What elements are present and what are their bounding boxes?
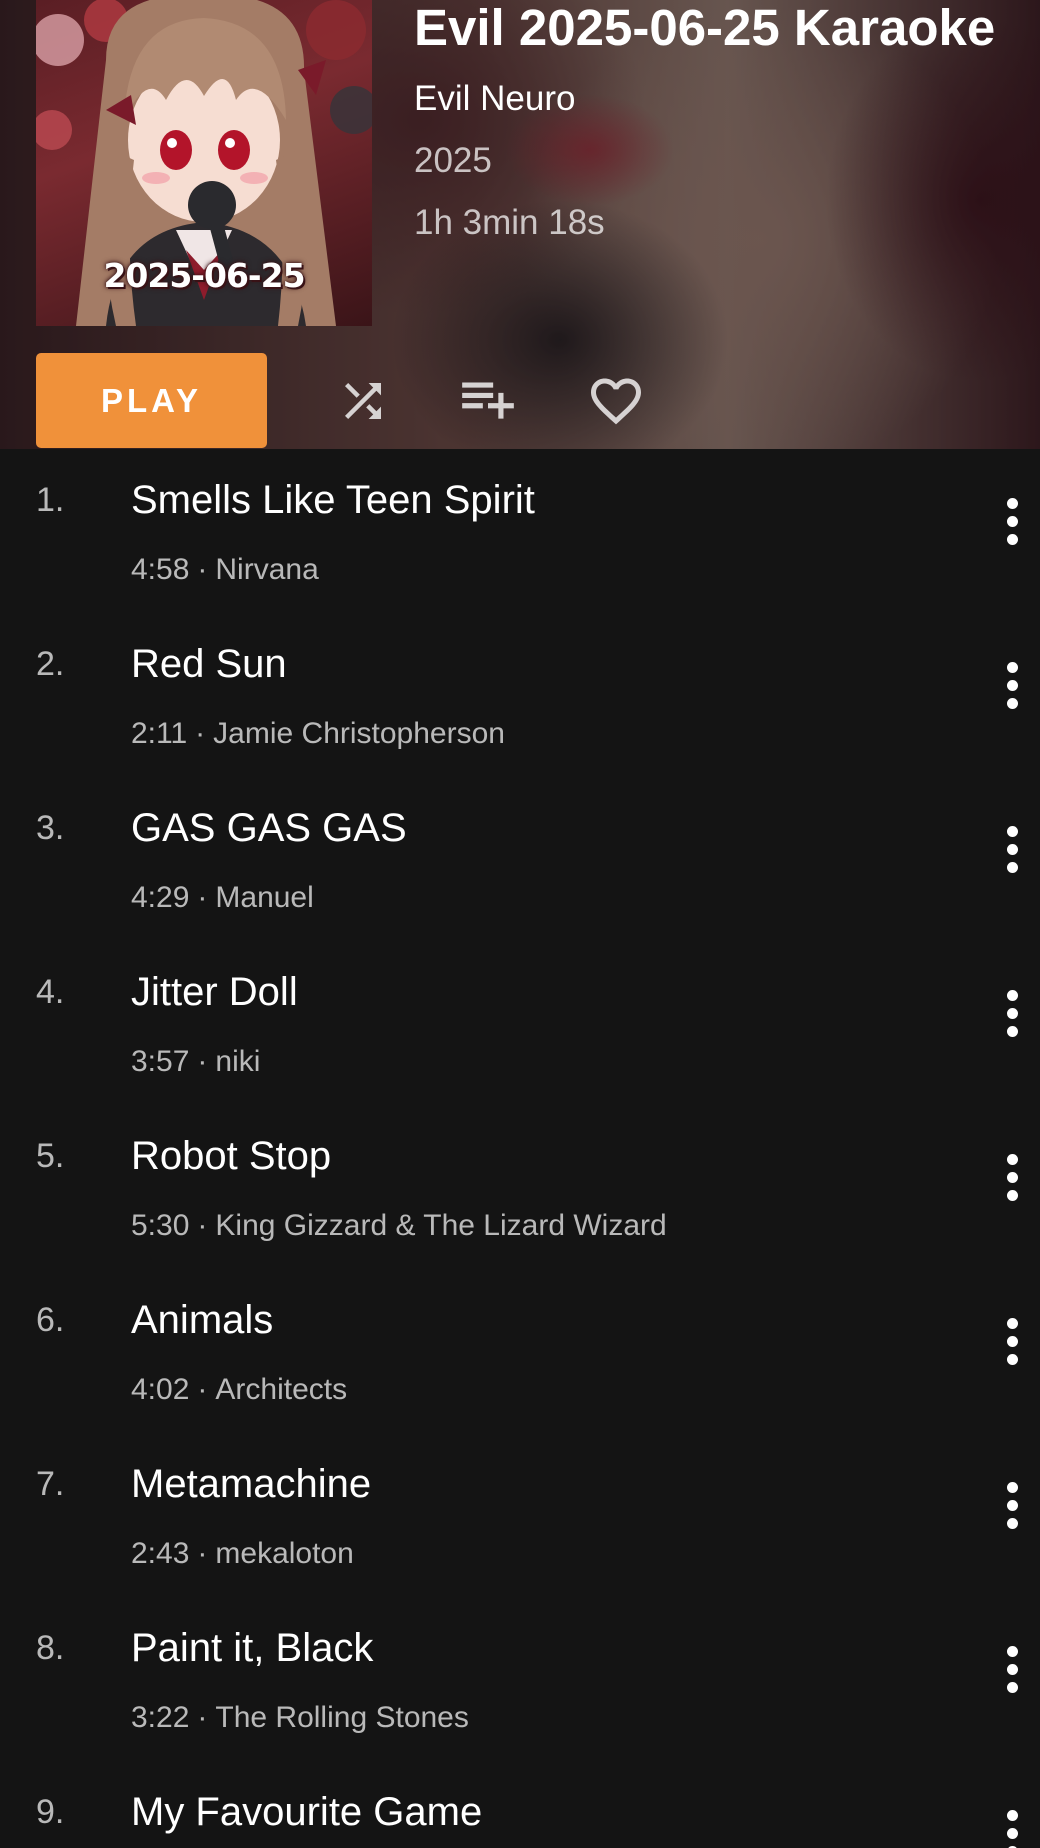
- track-list: 1. Smells Like Teen Spirit 4:58 · Nirvana …: [0, 449, 1040, 1848]
- track-meta: 5:30 · King Gizzard & The Lizard Wizard: [131, 1207, 667, 1245]
- more-options-icon[interactable]: [992, 1637, 1032, 1701]
- meta-separator: ·: [197, 1209, 208, 1242]
- track-duration: 5:30: [131, 1209, 190, 1242]
- track-artist: King Gizzard & The Lizard Wizard: [215, 1209, 667, 1242]
- track-row[interactable]: 3. GAS GAS GAS 4:29 · Manuel: [0, 777, 1040, 941]
- meta-separator: ·: [197, 553, 208, 586]
- track-meta: 4:58 · Nirvana: [131, 551, 319, 589]
- more-options-icon[interactable]: [992, 1145, 1032, 1209]
- track-number: 8.: [36, 1629, 65, 1667]
- track-title: Robot Stop: [131, 1134, 332, 1178]
- track-artist: Manuel: [215, 881, 314, 914]
- meta-separator: ·: [197, 881, 208, 914]
- play-button[interactable]: PLAY: [36, 353, 267, 448]
- track-row[interactable]: 7. Metamachine 2:43 · mekaloton: [0, 1433, 1040, 1597]
- track-number: 1.: [36, 481, 65, 519]
- track-number: 2.: [36, 645, 65, 683]
- track-row[interactable]: 6. Animals 4:02 · Architects: [0, 1269, 1040, 1433]
- track-duration: 4:58: [131, 553, 190, 586]
- track-number: 9.: [36, 1793, 65, 1831]
- track-row[interactable]: 5. Robot Stop 5:30 · King Gizzard & The Li…: [0, 1105, 1040, 1269]
- album-artist-link[interactable]: Evil Neuro: [414, 78, 575, 120]
- track-number: 3.: [36, 809, 65, 847]
- track-title: GAS GAS GAS: [131, 806, 407, 850]
- track-meta: 2:43 · mekaloton: [131, 1535, 354, 1573]
- track-title: Red Sun: [131, 642, 287, 686]
- track-title: My Favourite Game: [131, 1790, 483, 1834]
- track-duration: 2:43: [131, 1537, 190, 1570]
- track-title: Animals: [131, 1298, 274, 1342]
- more-options-icon[interactable]: [992, 981, 1032, 1045]
- track-duration: 4:02: [131, 1373, 190, 1406]
- heart-icon[interactable]: [583, 368, 649, 434]
- track-row[interactable]: 4. Jitter Doll 3:57 · niki: [0, 941, 1040, 1105]
- more-options-icon[interactable]: [992, 1473, 1032, 1537]
- track-duration: 3:22: [131, 1701, 190, 1734]
- track-number: 4.: [36, 973, 65, 1011]
- track-duration: 4:29: [131, 881, 190, 914]
- album-page: 2025-06-25 Evil 2025-06-25 Karaoke Evil …: [0, 0, 1040, 1848]
- track-number: 5.: [36, 1137, 65, 1175]
- track-meta: 4:02 · Architects: [131, 1371, 347, 1409]
- track-row[interactable]: 2. Red Sun 2:11 · Jamie Christopherson: [0, 613, 1040, 777]
- album-duration: 1h 3min 18s: [414, 203, 605, 242]
- track-row[interactable]: 9. My Favourite Game: [0, 1761, 1040, 1848]
- track-artist: Architects: [215, 1373, 348, 1406]
- more-options-icon[interactable]: [992, 817, 1032, 881]
- track-title: Metamachine: [131, 1462, 372, 1506]
- more-options-icon[interactable]: [992, 653, 1032, 717]
- meta-separator: ·: [197, 1045, 208, 1078]
- more-options-icon[interactable]: [992, 1801, 1032, 1848]
- album-cover-art[interactable]: 2025-06-25: [36, 0, 372, 326]
- track-title: Jitter Doll: [131, 970, 298, 1014]
- track-artist: mekaloton: [215, 1537, 354, 1570]
- meta-separator: ·: [197, 1373, 208, 1406]
- cover-date-text: 2025-06-25: [103, 256, 305, 295]
- track-artist: Jamie Christopherson: [213, 717, 505, 750]
- track-row[interactable]: 1. Smells Like Teen Spirit 4:58 · Nirvana: [0, 449, 1040, 613]
- more-options-icon[interactable]: [992, 1309, 1032, 1373]
- track-duration: 3:57: [131, 1045, 190, 1078]
- meta-separator: ·: [197, 1701, 208, 1734]
- track-title: Smells Like Teen Spirit: [131, 478, 535, 522]
- meta-separator: ·: [197, 1537, 208, 1570]
- track-artist: niki: [215, 1045, 261, 1078]
- track-duration: 2:11: [131, 717, 188, 750]
- meta-separator: ·: [195, 717, 206, 750]
- album-year: 2025: [414, 141, 492, 180]
- more-options-icon[interactable]: [992, 489, 1032, 553]
- shuffle-icon[interactable]: [330, 368, 396, 434]
- track-number: 6.: [36, 1301, 65, 1339]
- album-title: Evil 2025-06-25 Karaoke: [414, 0, 996, 56]
- track-meta: 4:29 · Manuel: [131, 879, 314, 917]
- track-artist: Nirvana: [215, 553, 319, 586]
- playlist-add-icon[interactable]: [455, 365, 521, 431]
- track-number: 7.: [36, 1465, 65, 1503]
- track-meta: 3:57 · niki: [131, 1043, 260, 1081]
- track-meta: 3:22 · The Rolling Stones: [131, 1699, 469, 1737]
- track-artist: The Rolling Stones: [215, 1701, 469, 1734]
- track-meta: 2:11 · Jamie Christopherson: [131, 715, 505, 753]
- track-row[interactable]: 8. Paint it, Black 3:22 · The Rolling Ston…: [0, 1597, 1040, 1761]
- track-title: Paint it, Black: [131, 1626, 374, 1670]
